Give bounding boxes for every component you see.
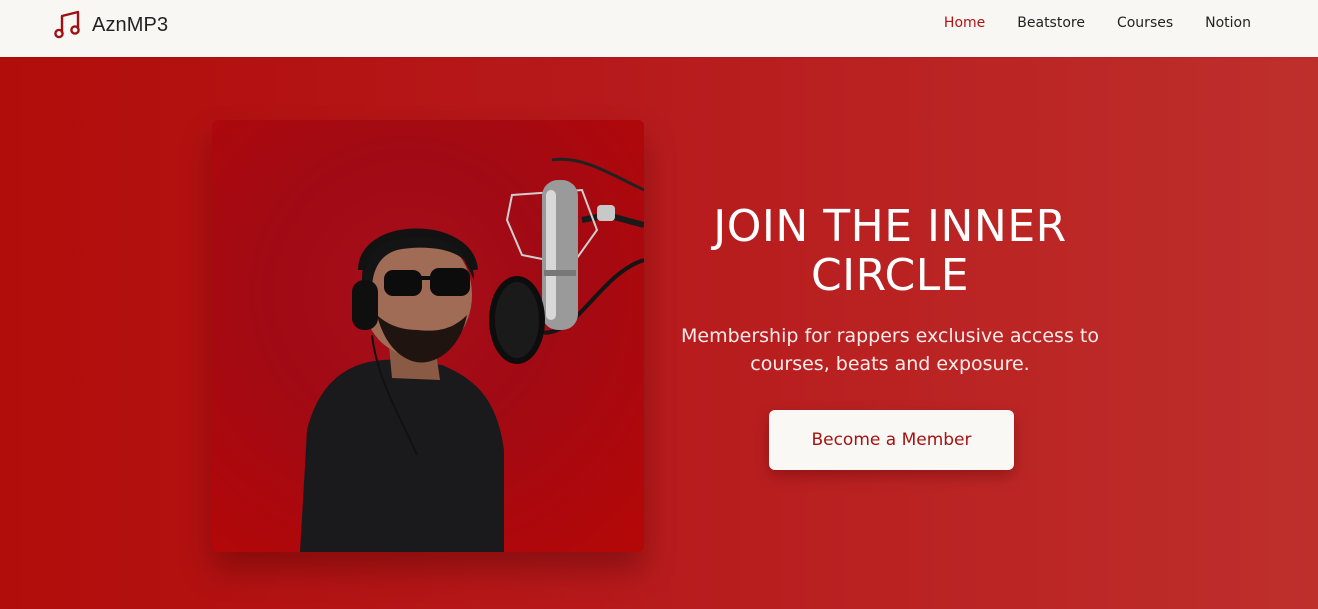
top-navbar: AznMP3 Home Beatstore Courses Notion bbox=[0, 0, 1318, 57]
nav-link-beatstore[interactable]: Beatstore bbox=[1001, 15, 1101, 32]
hero-subtitle: Membership for rappers exclusive access … bbox=[681, 325, 1099, 375]
nav-link-notion[interactable]: Notion bbox=[1189, 15, 1267, 32]
main-nav: Home Beatstore Courses Notion bbox=[928, 15, 1267, 32]
brand-logo-link[interactable]: AznMP3 bbox=[53, 10, 168, 40]
nav-link-courses[interactable]: Courses bbox=[1101, 15, 1189, 32]
brand-name: AznMP3 bbox=[92, 13, 169, 36]
artist-photo bbox=[212, 120, 644, 552]
hero-title: JOIN THE INNER CIRCLE bbox=[713, 201, 1067, 301]
nav-link-home[interactable]: Home bbox=[928, 15, 1001, 32]
hero-section: JOIN THE INNER CIRCLE Membership for rap… bbox=[0, 57, 1318, 609]
hero-text-block: JOIN THE INNER CIRCLE Membership for rap… bbox=[680, 202, 1100, 378]
become-member-button[interactable]: Become a Member bbox=[769, 410, 1014, 470]
music-note-icon bbox=[53, 10, 83, 40]
